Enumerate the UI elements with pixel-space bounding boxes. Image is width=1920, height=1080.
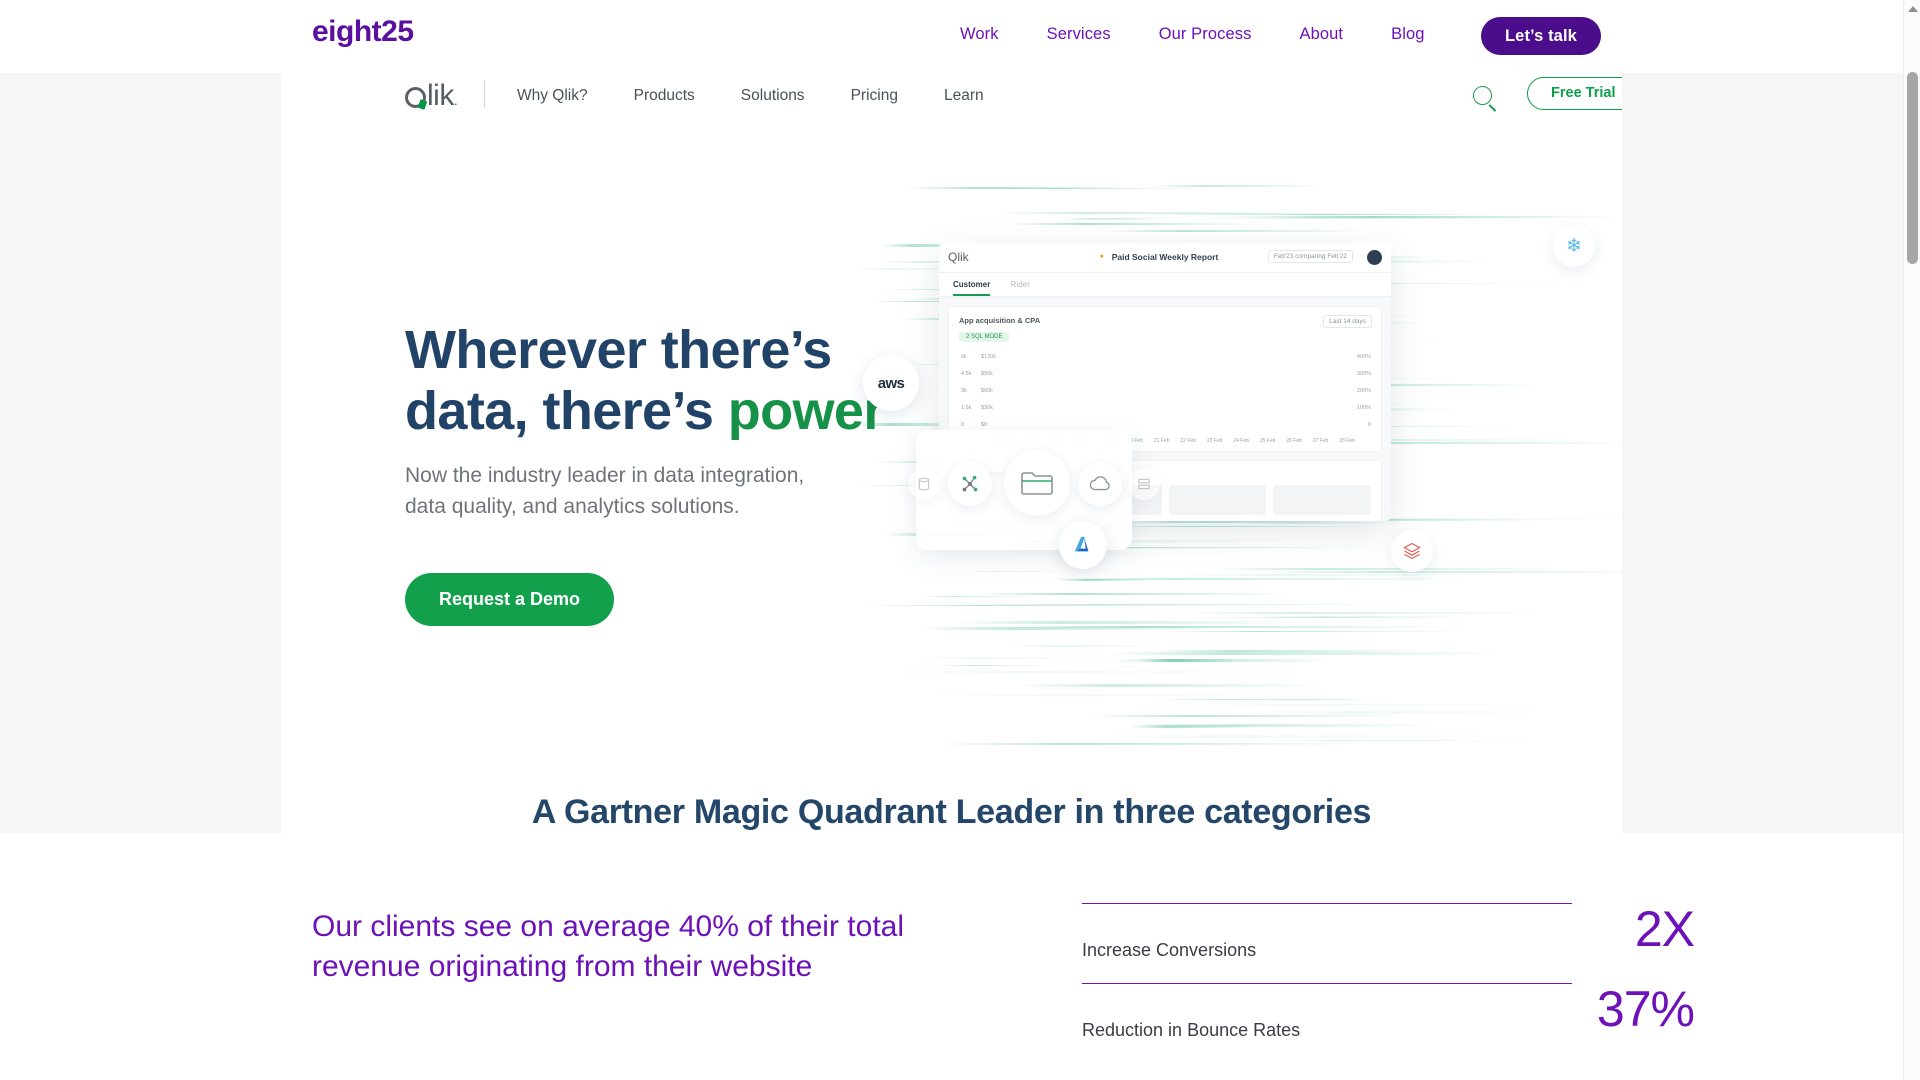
qlik-nav-why-qlik[interactable]: Why Qlik? bbox=[517, 87, 588, 105]
qlik-header: lik. Why Qlik? Products Solutions Pricin… bbox=[281, 73, 1622, 135]
nav-item-services[interactable]: Services bbox=[1047, 25, 1111, 44]
qlik-nav-solutions[interactable]: Solutions bbox=[741, 87, 805, 105]
scroll-up-arrow-icon[interactable] bbox=[1908, 6, 1918, 12]
embedded-site-frame: lik. Why Qlik? Products Solutions Pricin… bbox=[281, 73, 1622, 833]
axis-tick: $60k bbox=[981, 383, 996, 400]
nav-item-blog[interactable]: Blog bbox=[1391, 25, 1424, 44]
qlik-navigation: Why Qlik? Products Solutions Pricing Lea… bbox=[517, 87, 1030, 105]
stat-value: 37% bbox=[1597, 980, 1694, 1038]
network-nodes-icon bbox=[948, 462, 992, 506]
folder-icon bbox=[1004, 450, 1070, 516]
axis-tick: 3k bbox=[961, 383, 971, 400]
gartner-headline: A Gartner Magic Quadrant Leader in three… bbox=[281, 793, 1622, 832]
lets-talk-button[interactable]: Let’s talk bbox=[1481, 17, 1601, 55]
hero-subtitle-line-2: data quality, and analytics solutions. bbox=[405, 492, 804, 523]
hero-section: Wherever there’s data, there’s power Now… bbox=[281, 135, 1622, 735]
hero-illustration: Qlik Paid Social Weekly Report Feb'23 co… bbox=[851, 185, 1622, 745]
aws-wordmark: aws bbox=[878, 375, 905, 392]
snowflake-logo: ❄ bbox=[1553, 225, 1595, 267]
hero-subtitle: Now the industry leader in data integrat… bbox=[405, 461, 804, 522]
chart-y-axis-left-2: $120k $90k $60k $30k $0 bbox=[981, 349, 996, 434]
brand-logo[interactable]: eight25 bbox=[312, 17, 414, 47]
axis-tick: 26 Feb bbox=[1286, 438, 1302, 444]
roas-tile bbox=[1169, 485, 1267, 515]
stat-value: 2X bbox=[1635, 900, 1694, 958]
axis-tick: 0 bbox=[1357, 417, 1371, 434]
roas-tile bbox=[1273, 485, 1371, 515]
stat-label: Increase Conversions bbox=[1082, 926, 1256, 961]
stats-section: Our clients see on average 40% of their … bbox=[0, 833, 1920, 1080]
hero-title-line-2: data, there’s power bbox=[405, 381, 884, 442]
hero-title-line-1: Wherever there’s bbox=[405, 320, 884, 381]
qlik-nav-products[interactable]: Products bbox=[634, 87, 695, 105]
hero-subtitle-line-1: Now the industry leader in data integrat… bbox=[405, 461, 804, 492]
axis-tick: 400% bbox=[1357, 349, 1371, 366]
axis-tick: 200% bbox=[1357, 383, 1371, 400]
database-icon bbox=[908, 468, 940, 500]
chart-y-axis-right: 400% 300% 200% 100% 0 bbox=[1357, 349, 1371, 434]
qlik-q-glyph bbox=[405, 87, 426, 108]
dashboard-card-badge: 2 SQL MODE bbox=[959, 332, 1009, 342]
qlik-nav-pricing[interactable]: Pricing bbox=[851, 87, 898, 105]
hero-title-dark: data, there’s bbox=[405, 381, 728, 441]
header-divider bbox=[484, 80, 485, 108]
nav-item-our-process[interactable]: Our Process bbox=[1159, 25, 1252, 44]
nav-item-work[interactable]: Work bbox=[960, 25, 999, 44]
axis-tick: 22 Feb bbox=[1180, 438, 1196, 444]
axis-tick: 300% bbox=[1357, 366, 1371, 383]
embedded-site-region: lik. Why Qlik? Products Solutions Pricin… bbox=[0, 73, 1920, 833]
axis-tick: 21 Feb bbox=[1154, 438, 1170, 444]
dashboard-date-range: Feb'23 comparing Feb'22 bbox=[1268, 250, 1353, 263]
dashboard-avatar bbox=[1367, 250, 1382, 265]
axis-tick: 24 Feb bbox=[1233, 438, 1249, 444]
axis-tick: 28 Feb bbox=[1339, 438, 1355, 444]
dashboard-card-range: Last 14 days bbox=[1323, 315, 1372, 328]
databricks-logo bbox=[1391, 530, 1433, 572]
qlik-logo[interactable]: lik. bbox=[405, 81, 457, 111]
stat-label: Reduction in Bounce Rates bbox=[1082, 1006, 1300, 1041]
chart-y-axis-left: 6k 4.5k 3k 1.5k 0 bbox=[961, 349, 971, 434]
stats-heading: Our clients see on average 40% of their … bbox=[312, 907, 952, 986]
free-trial-button[interactable]: Free Trial bbox=[1527, 77, 1622, 110]
axis-tick: 100% bbox=[1357, 400, 1371, 417]
axis-tick: 27 Feb bbox=[1313, 438, 1329, 444]
axis-tick: 6k bbox=[961, 349, 971, 366]
main-navigation: Work Services Our Process About Blog bbox=[960, 25, 1425, 44]
dashboard-report-title: Paid Social Weekly Report bbox=[1112, 252, 1219, 262]
server-icon bbox=[1128, 468, 1160, 500]
axis-tick: $90k bbox=[981, 366, 996, 383]
page-scrollbar[interactable] bbox=[1903, 0, 1920, 1080]
dashboard-card-title: App acquisition & CPA bbox=[959, 316, 1371, 325]
dashboard-tab-customer: Customer bbox=[953, 280, 990, 296]
axis-tick: $30k bbox=[981, 400, 996, 417]
stats-list: Increase Conversions 2X Reduction in Bou… bbox=[1082, 903, 1572, 1063]
axis-tick: 1.5k bbox=[961, 400, 971, 417]
request-demo-button-hero[interactable]: Request a Demo bbox=[405, 573, 614, 626]
hero-title: Wherever there’s data, there’s power bbox=[405, 320, 884, 442]
dashboard-tab-rider: Rider bbox=[1011, 280, 1030, 289]
dashboard-topbar: Qlik Paid Social Weekly Report Feb'23 co… bbox=[939, 243, 1391, 273]
scrollbar-thumb[interactable] bbox=[1907, 72, 1918, 264]
nav-item-about[interactable]: About bbox=[1299, 25, 1343, 44]
axis-tick: 23 Feb bbox=[1207, 438, 1223, 444]
dashboard-tabs: Customer Rider bbox=[939, 273, 1391, 297]
axis-tick: $120k bbox=[981, 349, 996, 366]
stat-row: Reduction in Bounce Rates 37% bbox=[1082, 983, 1572, 1063]
dashboard-logo: Qlik bbox=[948, 250, 969, 264]
qlik-nav-learn[interactable]: Learn bbox=[944, 87, 984, 105]
axis-tick: 25 Feb bbox=[1260, 438, 1276, 444]
site-header: eight25 Work Services Our Process About … bbox=[0, 0, 1920, 73]
azure-logo bbox=[1059, 521, 1107, 569]
axis-tick: 4.5k bbox=[961, 366, 971, 383]
cloud-icon bbox=[1078, 462, 1122, 506]
stat-row: Increase Conversions 2X bbox=[1082, 903, 1572, 983]
aws-logo: aws bbox=[863, 355, 919, 411]
search-icon[interactable] bbox=[1473, 86, 1492, 105]
